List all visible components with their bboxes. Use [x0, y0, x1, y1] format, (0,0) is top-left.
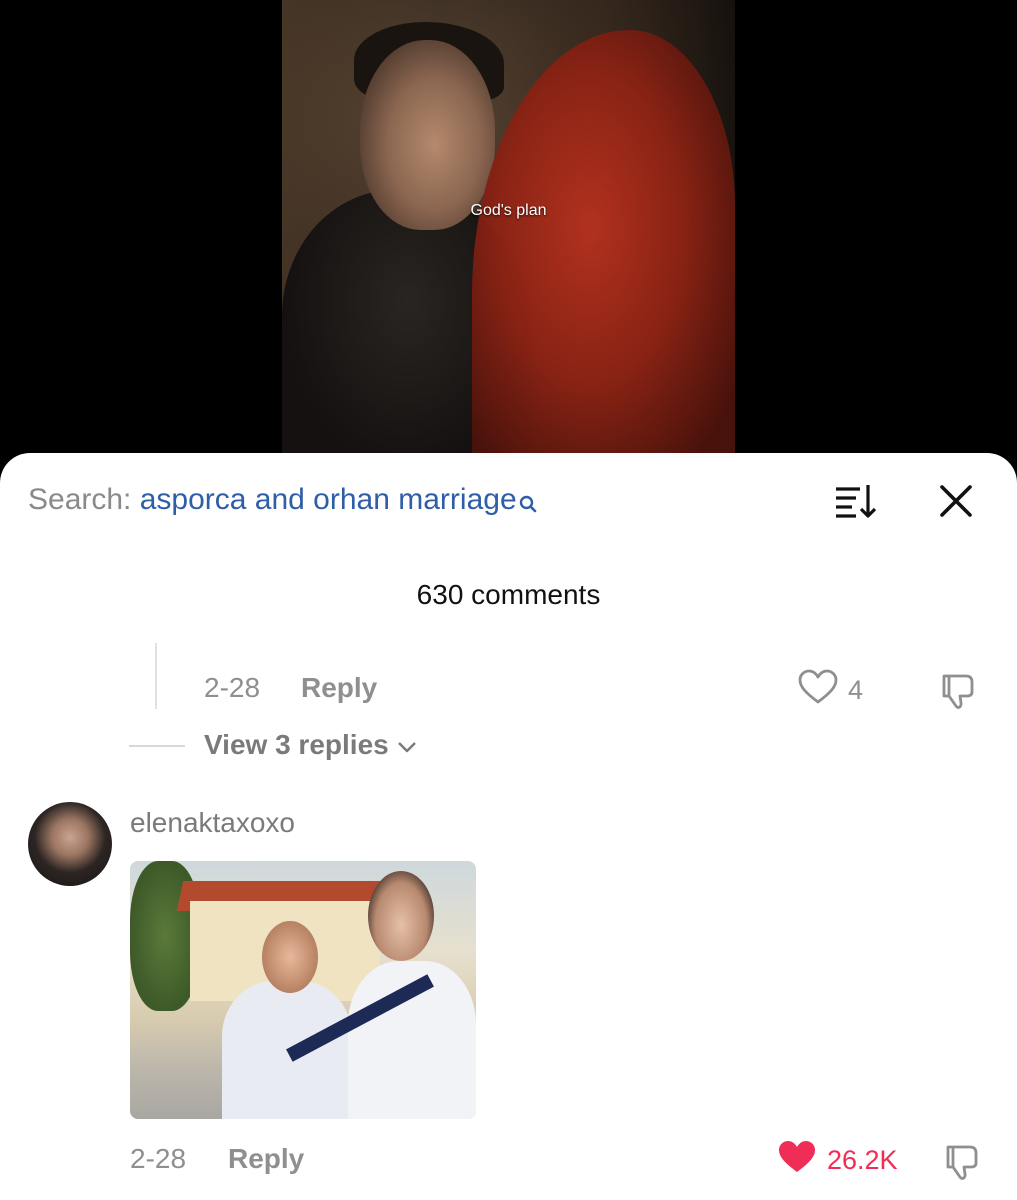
search-icon: [519, 487, 537, 513]
search-suggestion[interactable]: Search: asporca and orhan marriage: [28, 483, 537, 517]
comment-like-count: 26.2K: [827, 1145, 898, 1175]
comments-sheet: Search: asporca and orhan marriage 630 c…: [0, 453, 1017, 1200]
search-query-link[interactable]: asporca and orhan marriage: [140, 483, 517, 516]
like-button[interactable]: 4: [798, 669, 863, 712]
video-frame: [282, 0, 735, 470]
comment-reply-button[interactable]: Reply: [228, 1143, 304, 1175]
dislike-icon[interactable]: [936, 670, 978, 712]
close-icon[interactable]: [938, 483, 974, 519]
comment-like-button[interactable]: 26.2K: [777, 1139, 898, 1182]
video-caption: God's plan: [470, 202, 547, 219]
comment-dislike-icon[interactable]: [940, 1141, 982, 1183]
sort-icon[interactable]: [834, 483, 878, 519]
view-replies-button[interactable]: View 3 replies: [204, 729, 417, 761]
heart-outline-icon: [798, 669, 838, 712]
comment-username[interactable]: elenaktaxoxo: [130, 807, 295, 839]
chevron-down-icon: [397, 729, 417, 761]
reply-button[interactable]: Reply: [301, 672, 377, 704]
reply-date: 2-28: [204, 672, 261, 703]
comment-date: 2-28: [130, 1143, 187, 1174]
heart-filled-icon: [777, 1139, 817, 1182]
video-player[interactable]: God's plan: [0, 0, 1017, 470]
avatar[interactable]: [28, 802, 112, 886]
comment-image[interactable]: [130, 861, 476, 1119]
view-replies-divider: [129, 745, 185, 747]
view-replies-label: View 3 replies: [204, 729, 389, 760]
search-label: Search:: [28, 483, 132, 516]
thread-line: [155, 643, 157, 709]
like-count: 4: [848, 675, 864, 705]
comment-count: 630 comments: [416, 579, 601, 610]
